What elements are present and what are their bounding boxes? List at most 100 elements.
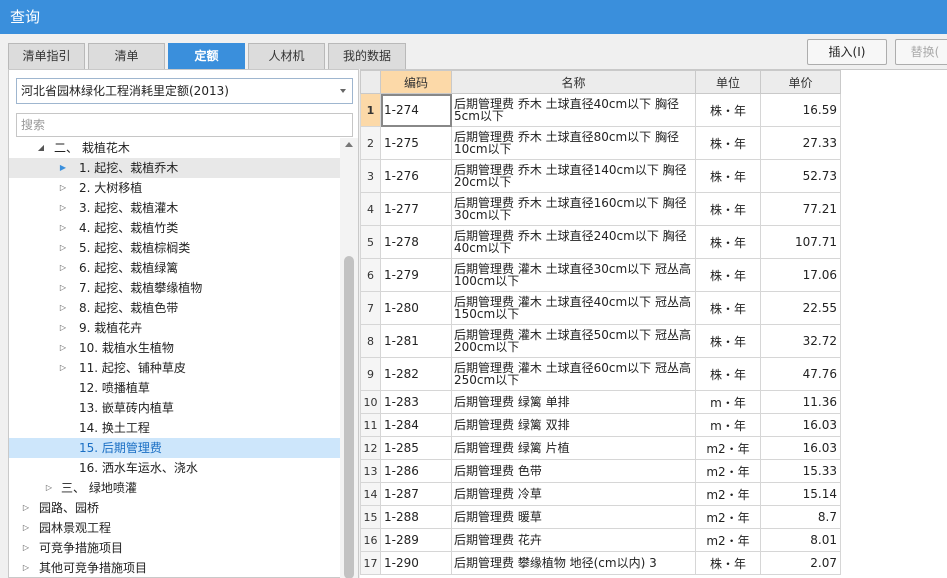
table-row[interactable]: 4 1-277 后期管理费 乔木 土球直径160cm以下 胸径 30cm以下 株・… xyxy=(360,192,841,226)
name-cell[interactable]: 后期管理费 绿篱 片植 xyxy=(451,436,696,460)
unit-cell[interactable]: m2・年 xyxy=(695,436,761,460)
tree-node-soil-replacement[interactable]: 14. 换土工程 xyxy=(9,418,340,438)
collapsed-arrow-icon[interactable]: ▶ xyxy=(58,158,68,178)
code-cell[interactable]: 1-285 xyxy=(380,436,452,460)
name-cell[interactable]: 后期管理费 冷草 xyxy=(451,482,696,506)
price-cell[interactable]: 32.72 xyxy=(760,324,841,358)
name-cell[interactable]: 后期管理费 暖草 xyxy=(451,505,696,529)
collapsed-arrow-icon[interactable]: ▷ xyxy=(58,318,68,338)
replace-button[interactable]: 替换( xyxy=(895,39,947,65)
tree-node-spray-seeding[interactable]: 12. 喷播植草 xyxy=(9,378,340,398)
unit-cell[interactable]: 株・年 xyxy=(695,551,761,575)
scroll-up-icon[interactable] xyxy=(345,142,353,147)
price-cell[interactable]: 17.06 xyxy=(760,258,841,292)
code-cell[interactable]: 1-278 xyxy=(380,225,452,259)
tree-node-hedge[interactable]: ▷ 6. 起挖、栽植绿篱 xyxy=(9,258,340,278)
unit-cell[interactable]: 株・年 xyxy=(695,159,761,193)
price-cell[interactable]: 15.14 xyxy=(760,482,841,506)
code-cell[interactable]: 1-279 xyxy=(380,258,452,292)
tree-scrollbar[interactable] xyxy=(340,138,358,578)
tree-node-palms[interactable]: ▷ 5. 起挖、栽植棕榈类 xyxy=(9,238,340,258)
price-cell[interactable]: 22.55 xyxy=(760,291,841,325)
collapsed-arrow-icon[interactable]: ▷ xyxy=(58,178,68,198)
row-number[interactable]: 7 xyxy=(360,291,381,325)
expanded-arrow-icon[interactable]: ◢ xyxy=(36,138,46,158)
tree-node-watering[interactable]: 16. 洒水车运水、浇水 xyxy=(9,458,340,478)
code-cell[interactable]: 1-287 xyxy=(380,482,452,506)
column-header-name[interactable]: 名称 xyxy=(451,70,696,94)
table-row[interactable]: 2 1-275 后期管理费 乔木 土球直径80cm以下 胸径 10cm以下 株・年… xyxy=(360,126,841,160)
name-cell[interactable]: 后期管理费 绿篱 单排 xyxy=(451,390,696,414)
tree-node-grass-brick[interactable]: 13. 嵌草砖内植草 xyxy=(9,398,340,418)
price-cell[interactable]: 8.01 xyxy=(760,528,841,552)
tree-node-other-measures[interactable]: ▷ 其他可竞争措施项目 xyxy=(9,558,340,578)
collapsed-arrow-icon[interactable]: ▷ xyxy=(21,558,31,578)
tab-list-guide[interactable]: 清单指引 xyxy=(8,43,85,69)
price-cell[interactable]: 2.07 xyxy=(760,551,841,575)
code-cell[interactable]: 1-275 xyxy=(380,126,452,160)
name-cell[interactable]: 后期管理费 攀缘植物 地径(cm以内) 3 xyxy=(451,551,696,575)
unit-cell[interactable]: 株・年 xyxy=(695,258,761,292)
code-cell[interactable]: 1-284 xyxy=(380,413,452,437)
tree-node-aquatic[interactable]: ▷ 10. 栽植水生植物 xyxy=(9,338,340,358)
price-cell[interactable]: 8.7 xyxy=(760,505,841,529)
code-cell[interactable]: 1-277 xyxy=(380,192,452,226)
tree-node-bamboo[interactable]: ▷ 4. 起挖、栽植竹类 xyxy=(9,218,340,238)
table-row[interactable]: 11 1-284 后期管理费 绿篱 双排 m・年 16.03 xyxy=(360,413,841,437)
code-cell[interactable]: 1-288 xyxy=(380,505,452,529)
tree-node-maintenance-fee[interactable]: 15. 后期管理费 xyxy=(9,438,340,458)
code-cell[interactable]: 1-276 xyxy=(380,159,452,193)
collapsed-arrow-icon[interactable]: ▷ xyxy=(58,278,68,298)
price-cell[interactable]: 107.71 xyxy=(760,225,841,259)
price-cell[interactable]: 15.33 xyxy=(760,459,841,483)
name-cell[interactable]: 后期管理费 花卉 xyxy=(451,528,696,552)
table-row[interactable]: 17 1-290 后期管理费 攀缘植物 地径(cm以内) 3 株・年 2.07 xyxy=(360,551,841,575)
code-cell[interactable]: 1-290 xyxy=(380,551,452,575)
unit-cell[interactable]: m・年 xyxy=(695,413,761,437)
code-cell[interactable]: 1-283 xyxy=(380,390,452,414)
unit-cell[interactable]: m2・年 xyxy=(695,528,761,552)
unit-cell[interactable]: 株・年 xyxy=(695,225,761,259)
price-cell[interactable]: 27.33 xyxy=(760,126,841,160)
row-number[interactable]: 10 xyxy=(360,390,381,414)
row-number[interactable]: 17 xyxy=(360,551,381,575)
collapsed-arrow-icon[interactable]: ▷ xyxy=(21,498,31,518)
table-row[interactable]: 1 1-274 后期管理费 乔木 土球直径40cm以下 胸径 5cm以下 株・年 … xyxy=(360,93,841,127)
tree-node-turf[interactable]: ▷ 11. 起挖、铺种草皮 xyxy=(9,358,340,378)
scrollbar-thumb[interactable] xyxy=(344,256,354,578)
name-cell[interactable]: 后期管理费 乔木 土球直径140cm以下 胸径 20cm以下 xyxy=(451,159,696,193)
name-cell[interactable]: 后期管理费 色带 xyxy=(451,459,696,483)
row-number[interactable]: 6 xyxy=(360,258,381,292)
table-row[interactable]: 16 1-289 后期管理费 花卉 m2・年 8.01 xyxy=(360,528,841,552)
price-cell[interactable]: 16.03 xyxy=(760,413,841,437)
column-header-unit[interactable]: 单位 xyxy=(695,70,761,94)
table-row[interactable]: 15 1-288 后期管理费 暖草 m2・年 8.7 xyxy=(360,505,841,529)
row-number[interactable]: 9 xyxy=(360,357,381,391)
tree-node-competitive-measures[interactable]: ▷ 可竞争措施项目 xyxy=(9,538,340,558)
price-cell[interactable]: 47.76 xyxy=(760,357,841,391)
collapsed-arrow-icon[interactable]: ▷ xyxy=(58,338,68,358)
library-select[interactable]: 河北省园林绿化工程消耗里定额(2013) xyxy=(16,78,353,104)
code-cell[interactable]: 1-281 xyxy=(380,324,452,358)
tree-node-paths-bridges[interactable]: ▷ 园路、园桥 xyxy=(9,498,340,518)
price-cell[interactable]: 11.36 xyxy=(760,390,841,414)
table-row[interactable]: 6 1-279 后期管理费 灌木 土球直径30cm以下 冠丛高 100cm以下 株… xyxy=(360,258,841,292)
tree-node-landscape[interactable]: ▷ 园林景观工程 xyxy=(9,518,340,538)
tree-node-shrubs[interactable]: ▷ 3. 起挖、栽植灌木 xyxy=(9,198,340,218)
collapsed-arrow-icon[interactable]: ▷ xyxy=(21,518,31,538)
row-number[interactable]: 5 xyxy=(360,225,381,259)
row-number[interactable]: 15 xyxy=(360,505,381,529)
price-cell[interactable]: 16.03 xyxy=(760,436,841,460)
tab-quota[interactable]: 定额 xyxy=(168,43,245,69)
code-cell[interactable]: 1-274 xyxy=(380,93,452,127)
row-number[interactable]: 14 xyxy=(360,482,381,506)
name-cell[interactable]: 后期管理费 乔木 土球直径80cm以下 胸径 10cm以下 xyxy=(451,126,696,160)
name-cell[interactable]: 后期管理费 乔木 土球直径240cm以下 胸径 40cm以下 xyxy=(451,225,696,259)
table-row[interactable]: 8 1-281 后期管理费 灌木 土球直径50cm以下 冠丛高 200cm以下 株… xyxy=(360,324,841,358)
table-row[interactable]: 9 1-282 后期管理费 灌木 土球直径60cm以下 冠丛高 250cm以下 株… xyxy=(360,357,841,391)
row-number[interactable]: 1 xyxy=(360,93,381,127)
unit-cell[interactable]: m2・年 xyxy=(695,482,761,506)
search-input[interactable] xyxy=(16,113,353,137)
name-cell[interactable]: 后期管理费 灌木 土球直径40cm以下 冠丛高 150cm以下 xyxy=(451,291,696,325)
collapsed-arrow-icon[interactable]: ▷ xyxy=(58,198,68,218)
